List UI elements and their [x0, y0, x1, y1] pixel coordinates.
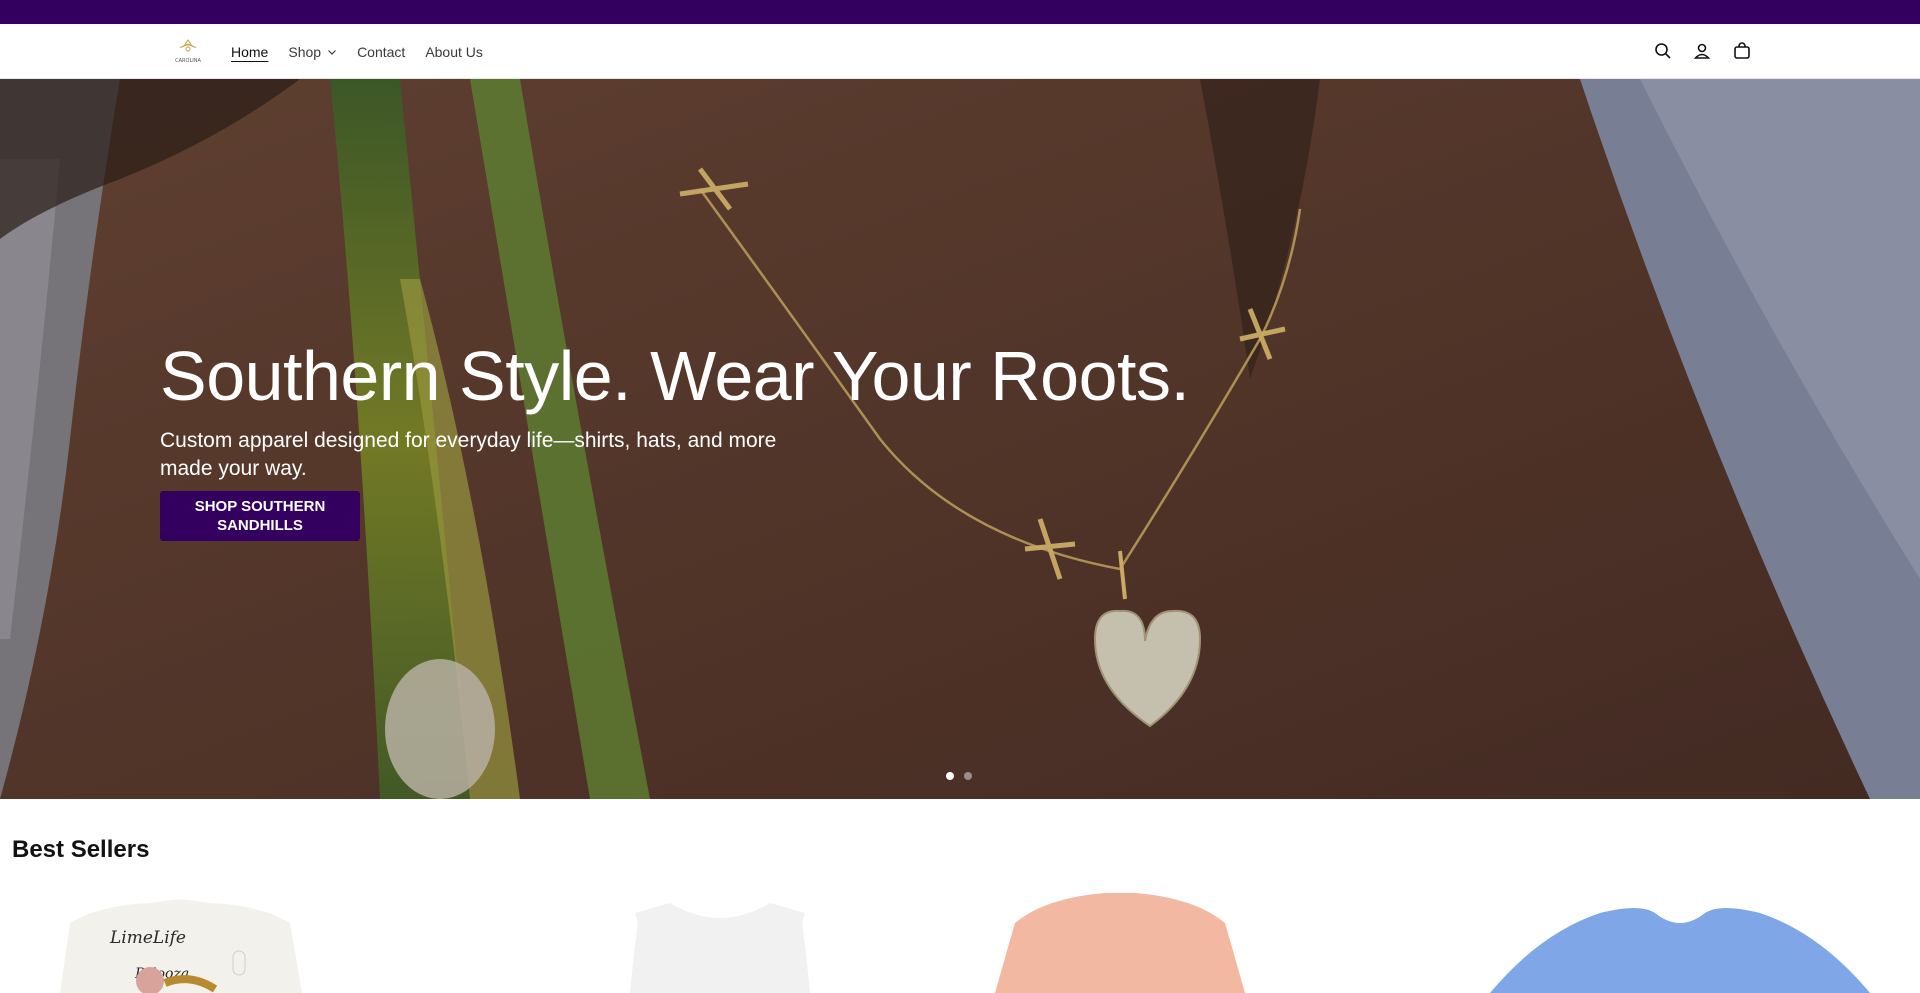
cart-icon[interactable] — [1732, 41, 1752, 61]
slide-dot-1[interactable] — [946, 772, 954, 780]
announcement-bar — [0, 0, 1920, 24]
product-card-2[interactable] — [610, 893, 830, 993]
nav-about-label: About Us — [425, 43, 483, 60]
slideshow-pagination — [946, 772, 982, 780]
nav-about-us[interactable]: About Us — [425, 44, 483, 60]
hero-title: Southern Style. Wear Your Roots. — [160, 337, 1190, 415]
product-card-4[interactable] — [1480, 893, 1880, 993]
hero-content: Southern Style. Wear Your Roots. Custom … — [160, 337, 1190, 541]
best-sellers-heading: Best Sellers — [12, 836, 150, 863]
slide-dot-2[interactable] — [964, 772, 972, 780]
nav-shop-label: Shop — [288, 43, 322, 60]
product-1-print-line-1: LimeLife — [109, 928, 186, 948]
hero-cta-label: SHOP SOUTHERN SANDHILLS — [194, 498, 326, 534]
search-icon[interactable] — [1653, 41, 1673, 61]
hero-subtitle: Custom apparel designed for everyday lif… — [160, 429, 777, 480]
brand-logo[interactable]: CAROLINA — [166, 36, 210, 66]
best-sellers-grid: LimeLife Palooza — [0, 893, 1920, 993]
logo-text: CAROLINA — [175, 58, 201, 64]
product-card-1[interactable]: LimeLife Palooza — [40, 893, 330, 993]
product-card-3[interactable] — [985, 893, 1255, 993]
account-icon[interactable] — [1692, 41, 1712, 61]
site-header: CAROLINA Home Shop Contact About Us — [0, 24, 1920, 79]
nav-shop[interactable]: Shop — [288, 44, 337, 60]
chevron-down-icon — [328, 49, 336, 55]
shop-southern-sandhills-button[interactable]: SHOP SOUTHERN SANDHILLS — [160, 491, 360, 541]
nav-home[interactable]: Home — [231, 44, 268, 60]
hero-slideshow: Southern Style. Wear Your Roots. Custom … — [0, 79, 1920, 799]
nav-contact-label: Contact — [357, 43, 406, 60]
nav-home-label: Home — [231, 43, 269, 60]
main-nav: Home Shop Contact About Us — [231, 24, 503, 79]
nav-contact[interactable]: Contact — [357, 44, 405, 60]
